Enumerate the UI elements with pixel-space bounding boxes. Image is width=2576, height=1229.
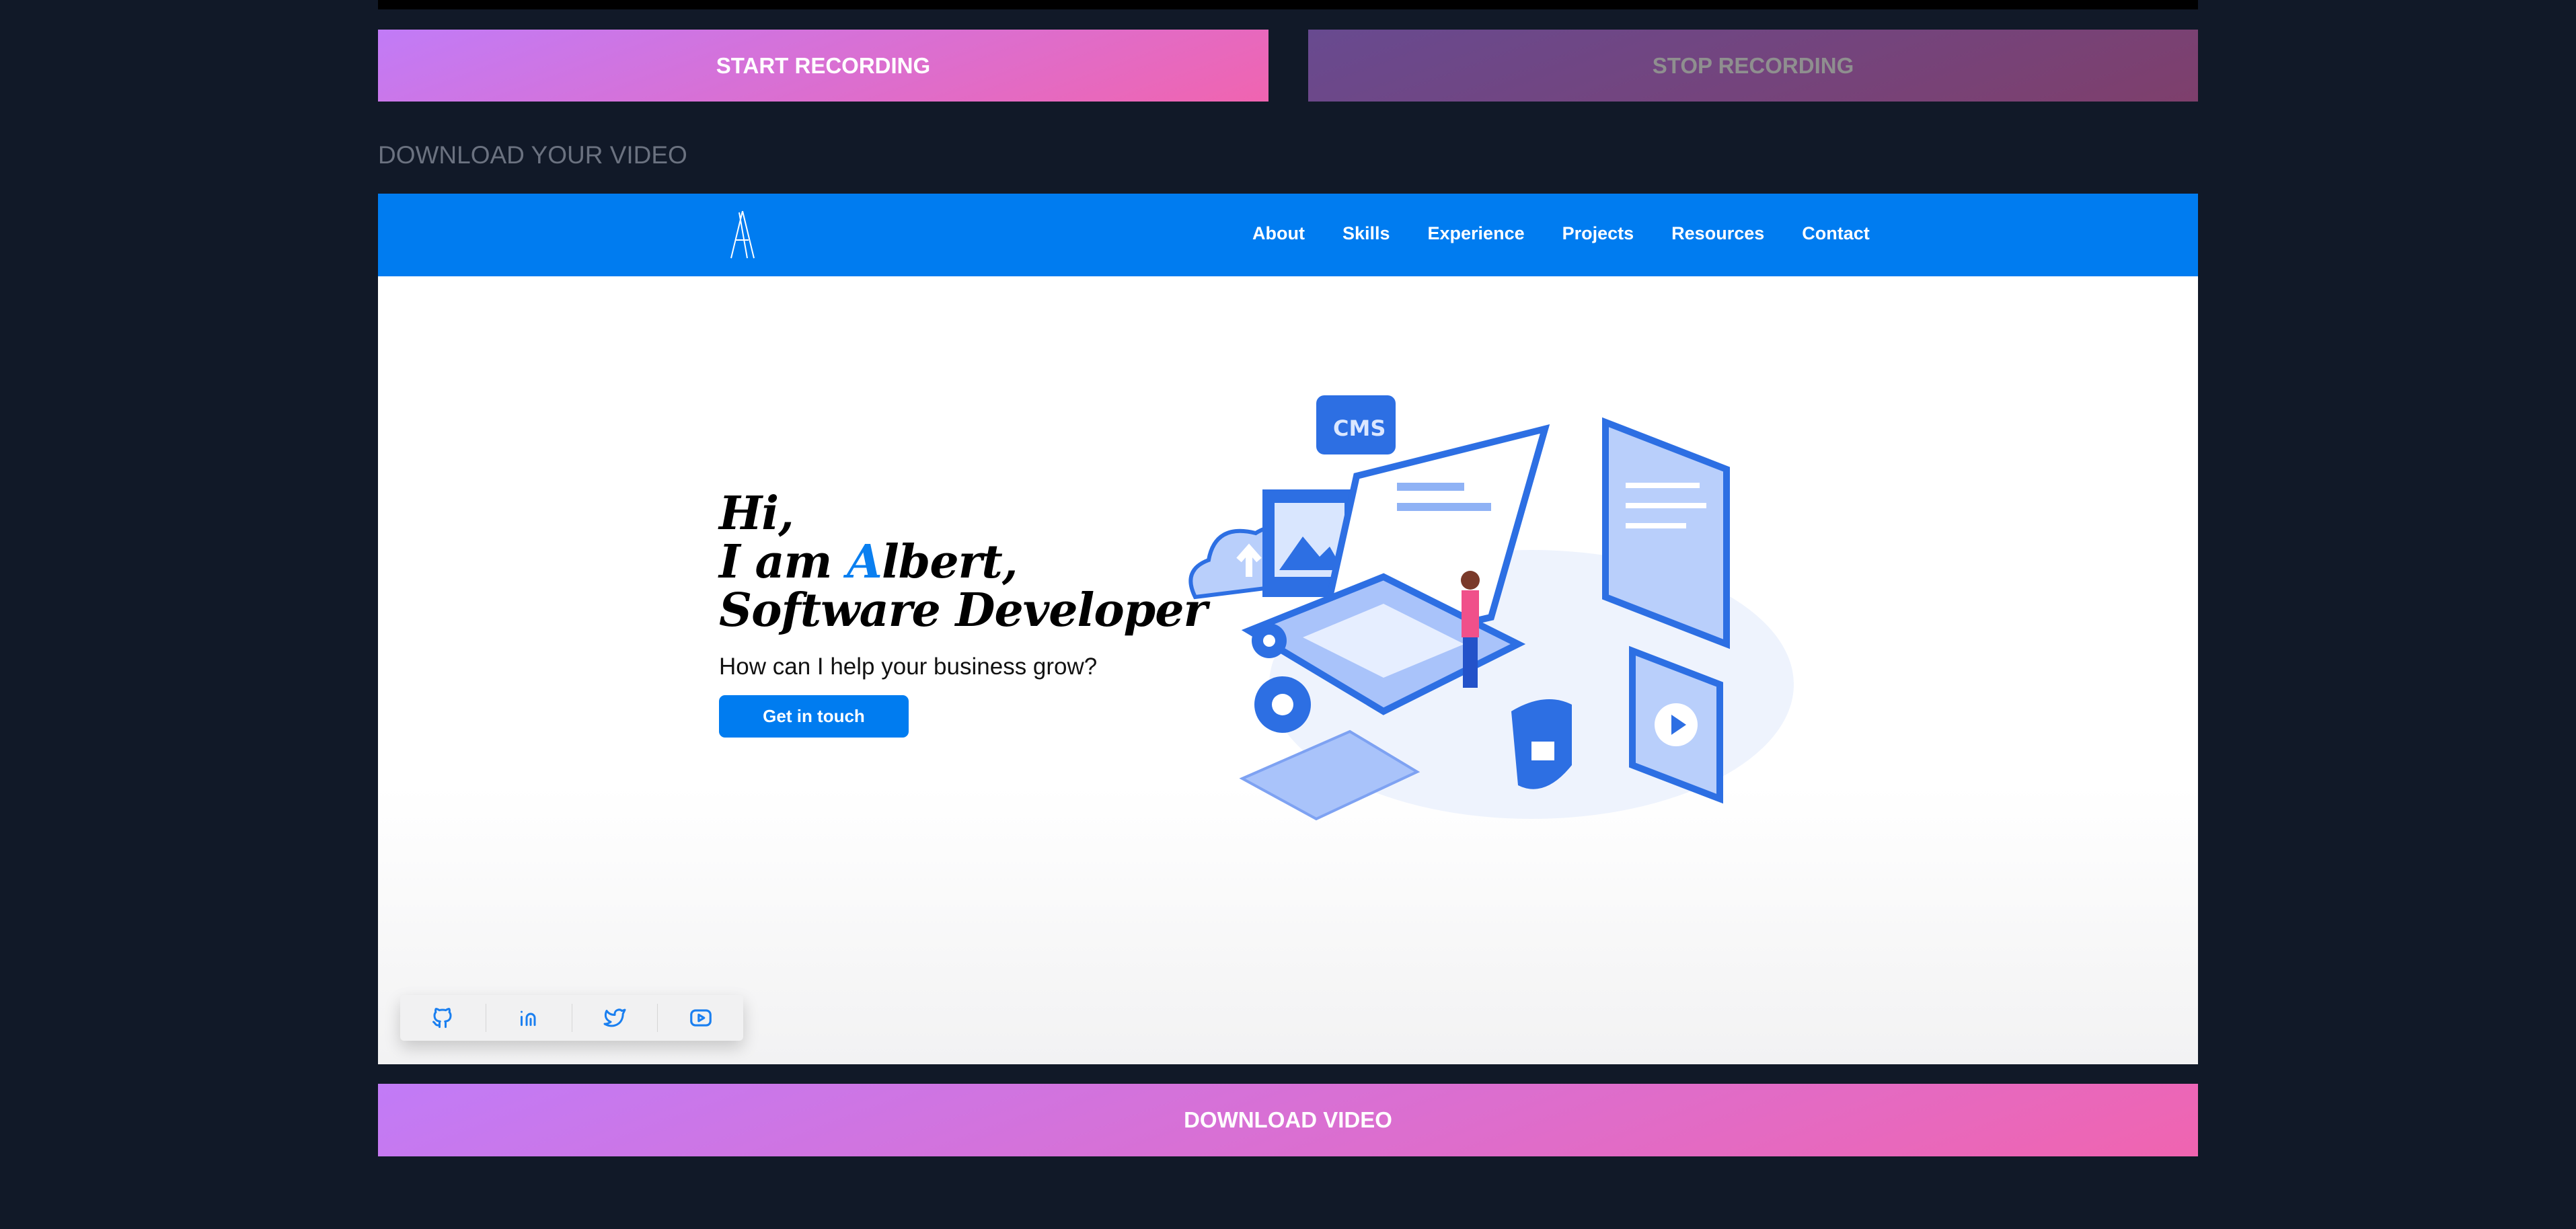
nav-about[interactable]: About bbox=[1252, 223, 1305, 244]
linkedin-link[interactable] bbox=[486, 995, 572, 1041]
nav-contact[interactable]: Contact bbox=[1802, 223, 1870, 244]
site-logo[interactable] bbox=[726, 210, 759, 264]
get-in-touch-button[interactable]: Get in touch bbox=[719, 695, 909, 738]
nav-projects[interactable]: Projects bbox=[1562, 223, 1634, 244]
twitter-icon bbox=[603, 1008, 626, 1027]
stop-recording-button[interactable]: STOP RECORDING bbox=[1308, 30, 2198, 102]
twitter-link[interactable] bbox=[572, 995, 658, 1041]
headline-line3: Software Developer bbox=[719, 584, 1207, 637]
hero-subtitle: How can I help your business grow? bbox=[719, 653, 1098, 680]
download-video-button[interactable]: DOWNLOAD VIDEO bbox=[378, 1084, 2198, 1156]
headline-line1: Hi, bbox=[719, 487, 794, 541]
developer-illustration: CMS bbox=[1182, 389, 1868, 863]
cms-label: CMS bbox=[1333, 415, 1386, 441]
recorded-video-preview[interactable]: About Skills Experience Projects Resourc… bbox=[378, 194, 2198, 1064]
youtube-link[interactable] bbox=[658, 995, 743, 1041]
download-heading: DOWNLOAD YOUR VIDEO bbox=[378, 141, 687, 169]
nav-skills[interactable]: Skills bbox=[1342, 223, 1390, 244]
site-navbar: About Skills Experience Projects Resourc… bbox=[378, 194, 2198, 276]
hero-headline: Hi, I am Albert, Software Developer bbox=[719, 489, 1207, 635]
nav-links: About Skills Experience Projects Resourc… bbox=[1252, 223, 1870, 244]
headline-prefix: I am bbox=[719, 535, 847, 589]
youtube-icon bbox=[689, 1009, 712, 1027]
github-icon bbox=[432, 1008, 452, 1028]
nav-experience[interactable]: Experience bbox=[1428, 223, 1525, 244]
start-recording-button[interactable]: START RECORDING bbox=[378, 30, 1268, 102]
linkedin-icon bbox=[521, 1010, 536, 1026]
name-initial: A bbox=[847, 535, 882, 589]
github-link[interactable] bbox=[400, 995, 486, 1041]
nav-resources[interactable]: Resources bbox=[1671, 223, 1764, 244]
social-links-bar bbox=[400, 995, 743, 1041]
headline-line2: I am Albert, bbox=[719, 538, 1207, 586]
hero-section: Hi, I am Albert, Software Developer How … bbox=[719, 489, 1207, 738]
name-rest: lbert, bbox=[881, 535, 1018, 589]
video-preview-top-edge bbox=[378, 0, 2198, 9]
